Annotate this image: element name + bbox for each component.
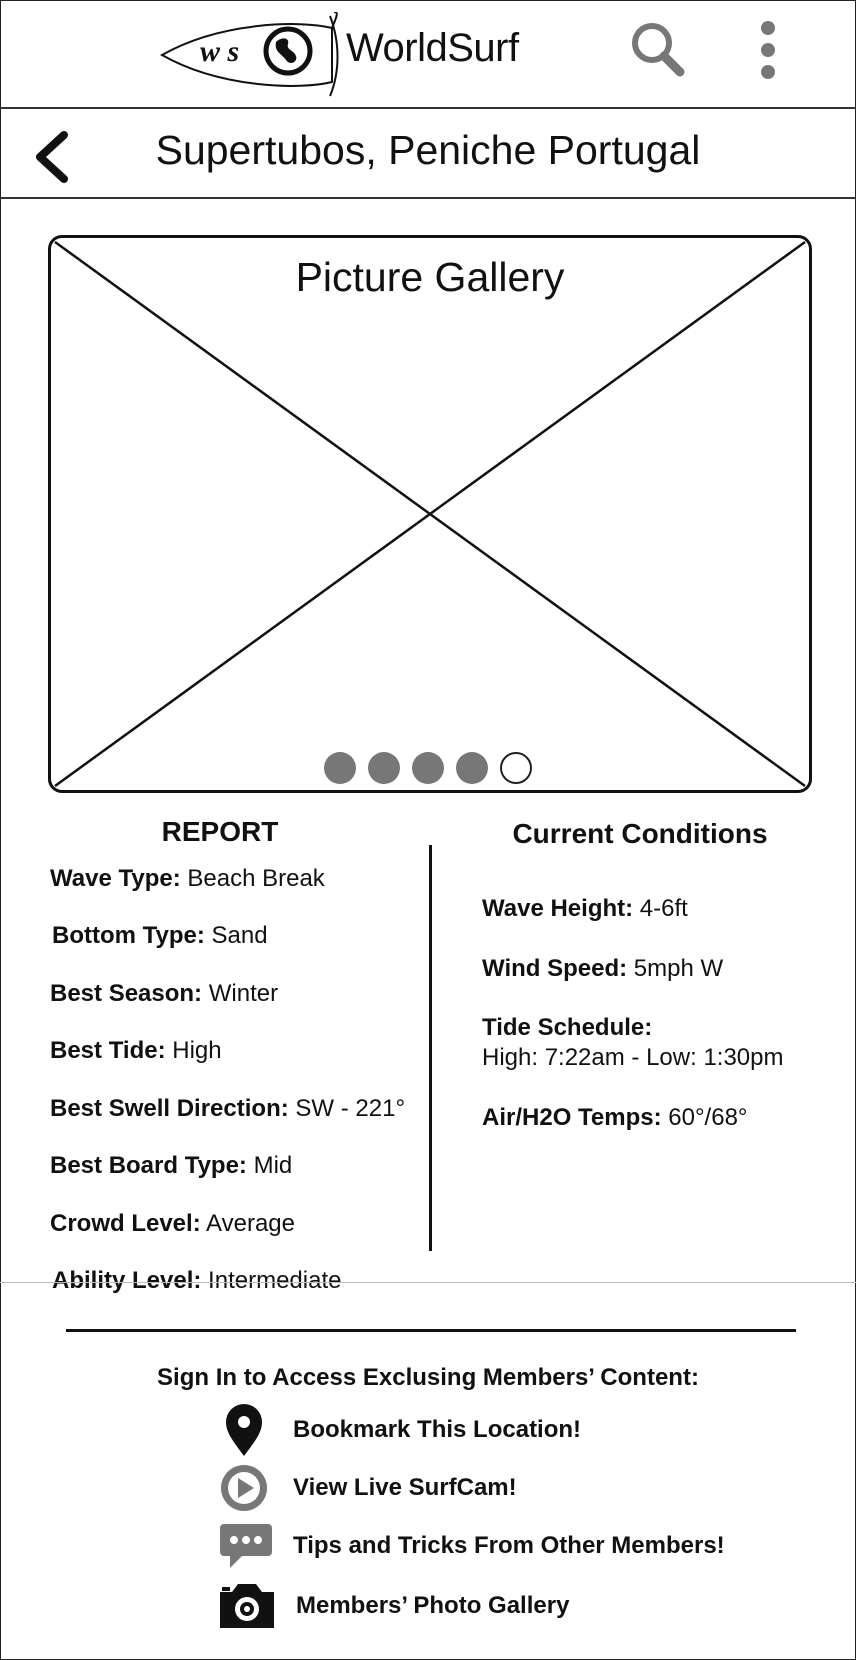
report-row-best-swell-direction: Best Swell Direction: SW - 221°	[50, 1095, 405, 1123]
report-label: Bottom Type:	[52, 922, 205, 949]
more-options-button[interactable]	[748, 18, 788, 82]
gallery-dot-1[interactable]	[324, 752, 356, 784]
report-heading: REPORT	[161, 816, 279, 847]
conditions-heading: Current Conditions	[512, 818, 768, 849]
conditions-wave-height: Wave Height: 4-6ft	[482, 895, 688, 923]
report-row-bottom-type: Bottom Type: Sand	[52, 922, 268, 950]
gallery-dot-4[interactable]	[456, 752, 488, 784]
conditions-label: Wind Speed:	[482, 955, 628, 982]
conditions-tide-label-row: Tide Schedule:	[482, 1014, 652, 1042]
conditions-value: 4-6ft	[639, 895, 688, 922]
report-label: Ability Level:	[52, 1267, 202, 1294]
conditions-value: High: 7:22am - Low: 1:30pm	[482, 1044, 784, 1071]
map-pin-icon	[226, 1404, 262, 1456]
report-label: Best Tide:	[50, 1037, 166, 1064]
report-section: REPORT	[50, 816, 430, 848]
member-item-label: View Live SurfCam!	[293, 1474, 517, 1501]
section-divider-thin	[0, 1282, 856, 1283]
members-heading[interactable]: Sign In to Access Exclusing Members’ Con…	[0, 1364, 856, 1392]
search-button[interactable]	[628, 20, 688, 80]
report-label: Best Board Type:	[50, 1152, 247, 1179]
section-divider	[66, 1329, 796, 1332]
member-item-label: Members’ Photo Gallery	[296, 1592, 570, 1619]
report-value: SW - 221°	[295, 1095, 406, 1122]
report-value: Average	[206, 1210, 296, 1237]
report-row-ability-level: Ability Level: Intermediate	[52, 1267, 341, 1295]
report-value: High	[172, 1037, 222, 1064]
play-icon	[221, 1465, 267, 1511]
report-row-best-tide: Best Tide: High	[50, 1037, 222, 1065]
report-label: Best Swell Direction:	[50, 1095, 289, 1122]
report-value: Winter	[208, 980, 279, 1007]
gallery-dot-3[interactable]	[412, 752, 444, 784]
report-value: Mid	[253, 1152, 293, 1179]
search-icon	[632, 23, 685, 77]
picture-gallery[interactable]: Picture Gallery	[48, 235, 812, 793]
conditions-label: Wave Height:	[482, 895, 634, 922]
more-vertical-icon	[761, 21, 775, 79]
report-value: Sand	[211, 922, 268, 949]
page-title: Supertubos, Peniche Portugal	[155, 127, 701, 173]
app-bar: w s WorldSurf	[0, 0, 856, 109]
gallery-title: Picture Gallery	[295, 254, 565, 300]
report-row-wave-type: Wave Type: Beach Break	[50, 865, 325, 893]
brand-name: WorldSurf	[346, 26, 519, 70]
conditions-label: Tide Schedule:	[482, 1014, 653, 1041]
report-label: Best Season:	[50, 980, 203, 1007]
report-label: Crowd Level:	[50, 1210, 201, 1237]
gallery-dot-2[interactable]	[368, 752, 400, 784]
gallery-dot-5[interactable]	[500, 752, 532, 784]
report-row-best-season: Best Season: Winter	[50, 980, 278, 1008]
conditions-value: 60°/68°	[668, 1104, 748, 1131]
chat-icon	[220, 1524, 272, 1568]
report-row-best-board-type: Best Board Type: Mid	[50, 1152, 292, 1180]
conditions-tide-value-row: High: 7:22am - Low: 1:30pm	[482, 1044, 784, 1072]
camera-icon	[220, 1584, 274, 1628]
report-value: Beach Break	[187, 865, 325, 892]
image-placeholder-icon	[54, 240, 806, 788]
location-header: Supertubos, Peniche Portugal	[0, 107, 856, 199]
logo-letters: w s	[200, 35, 239, 68]
report-label: Wave Type:	[50, 865, 181, 892]
conditions-wind-speed: Wind Speed: 5mph W	[482, 955, 723, 983]
conditions-value: 5mph W	[633, 955, 724, 982]
report-row-crowd-level: Crowd Level: Average	[50, 1210, 295, 1238]
report-value: Intermediate	[208, 1267, 342, 1294]
gallery-pagination	[324, 752, 532, 788]
member-item-label: Bookmark This Location!	[293, 1416, 582, 1443]
conditions-label: Air/H2O Temps:	[482, 1104, 662, 1131]
member-item-label: Tips and Tricks From Other Members!	[293, 1532, 725, 1559]
column-divider	[429, 845, 432, 1251]
conditions-temps: Air/H2O Temps: 60°/68°	[482, 1104, 748, 1132]
